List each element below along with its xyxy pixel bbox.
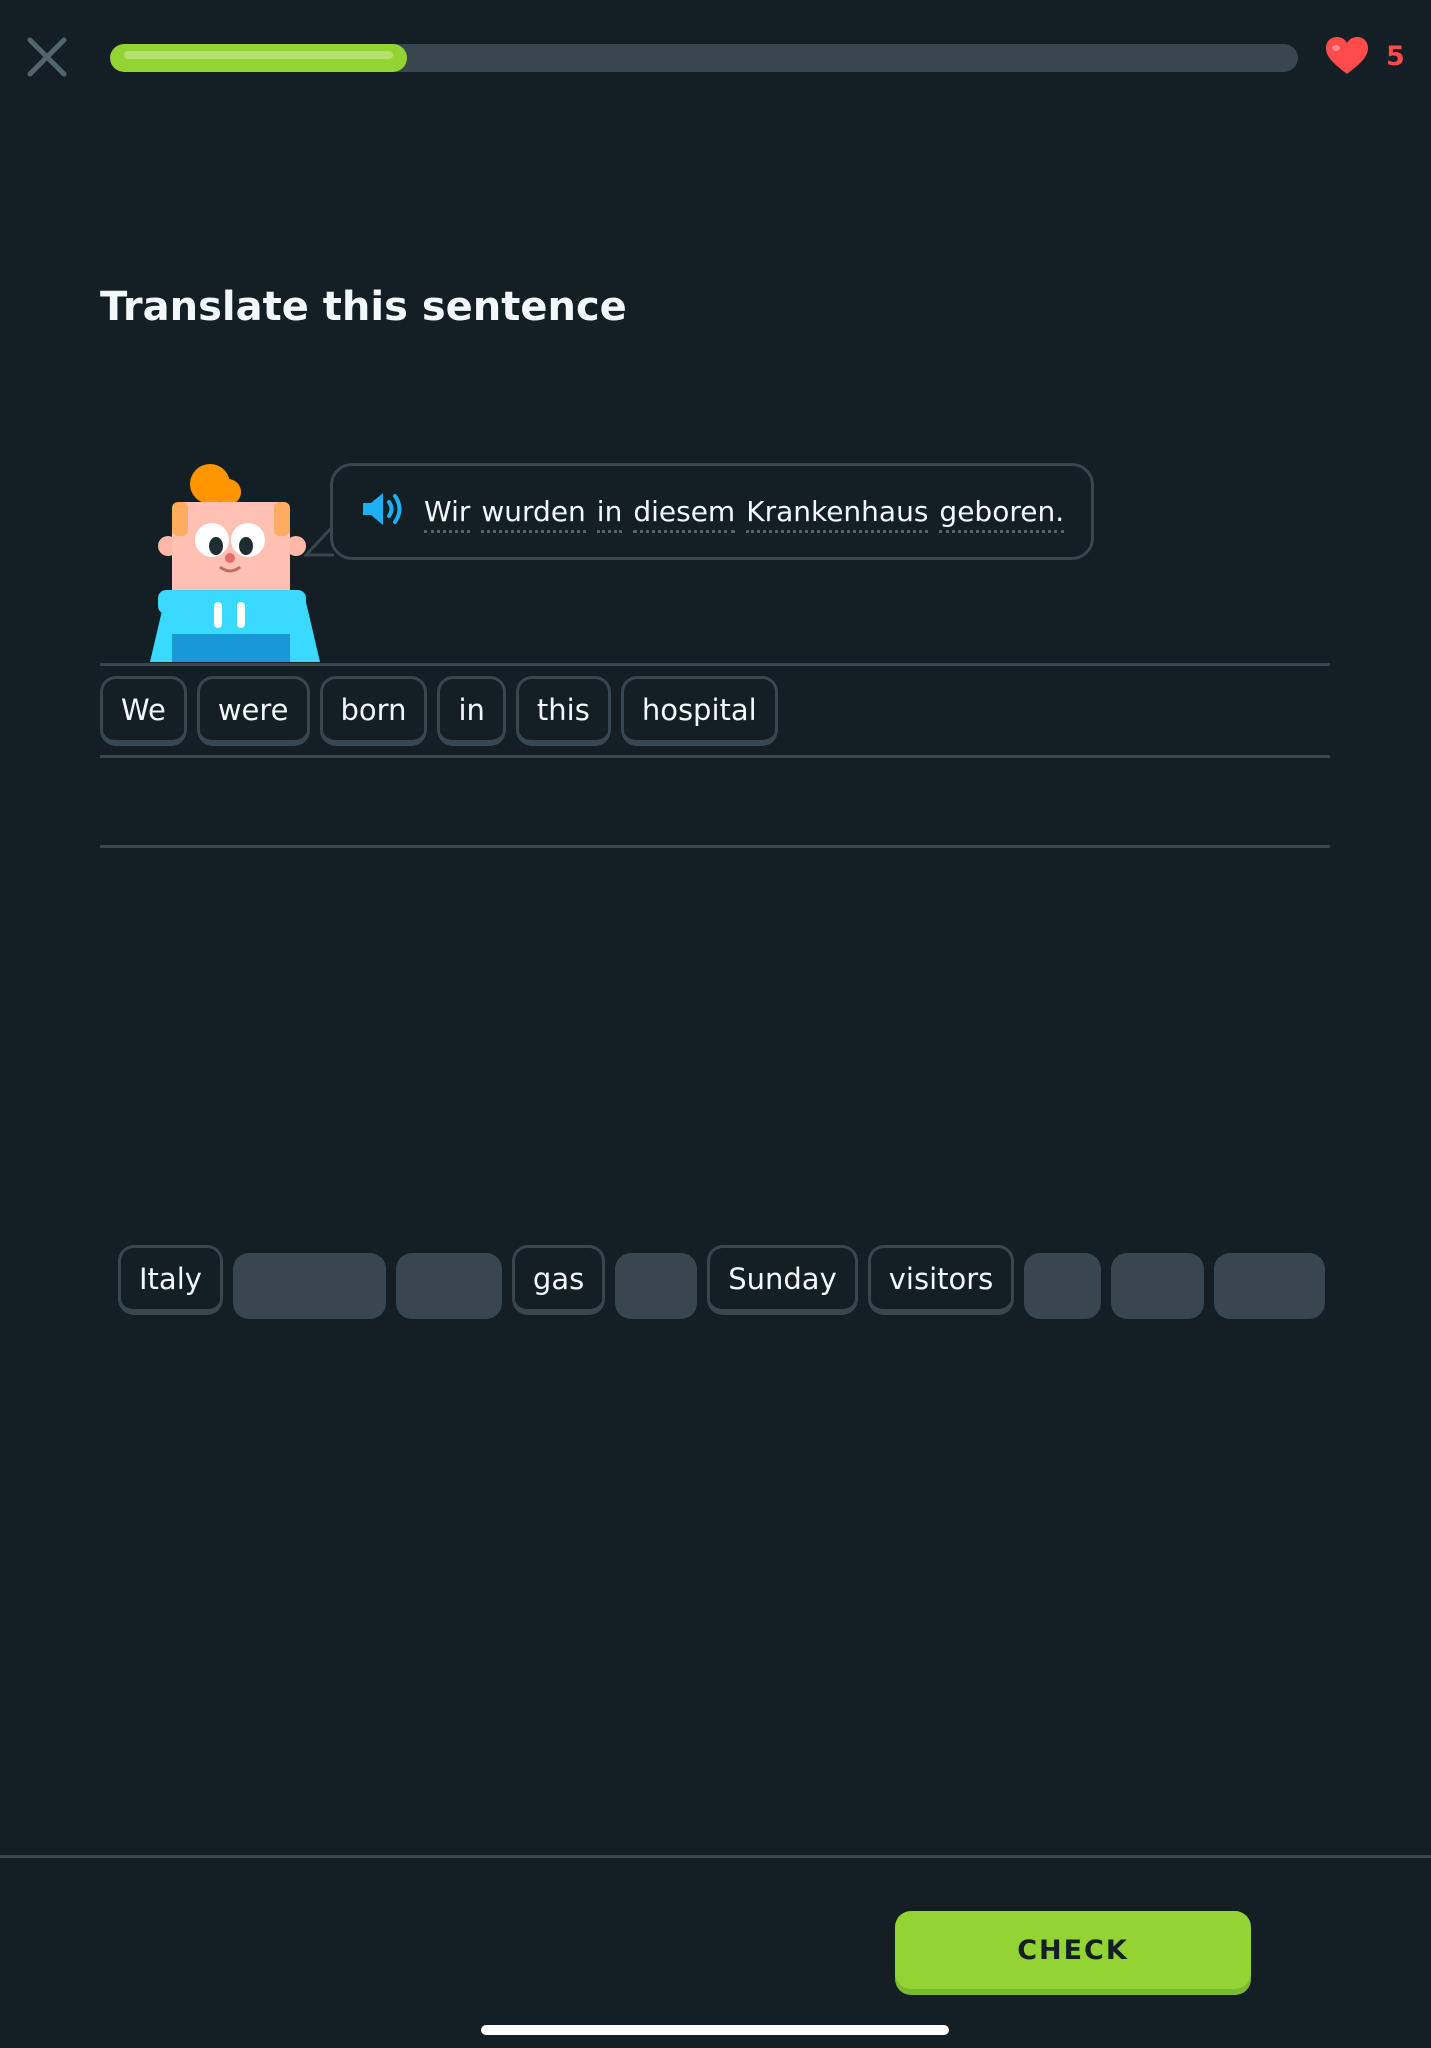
heart-icon — [1326, 37, 1368, 74]
speaker-icon — [363, 493, 402, 525]
speech-bubble: Wir wurden in diesem Krankenhaus geboren… — [330, 463, 1094, 560]
word-bank-chip[interactable]: visitors — [867, 1245, 1015, 1315]
prompt-word[interactable]: wurden — [481, 495, 586, 533]
prompt-word[interactable]: Wir — [424, 495, 471, 533]
progress-bar — [110, 44, 1298, 72]
word-bank-chip[interactable]: Sunday — [707, 1245, 858, 1315]
answer-word-chip[interactable]: born — [319, 676, 428, 746]
word-bank-chip[interactable]: Italy — [118, 1245, 223, 1315]
answer-word-chip[interactable]: were — [196, 676, 310, 746]
prompt-word[interactable]: geboren. — [939, 495, 1065, 533]
answer-line — [100, 663, 1330, 666]
close-icon — [27, 37, 67, 77]
prompt-word[interactable]: diesem — [633, 495, 736, 533]
page-title: Translate this sentence — [100, 284, 627, 330]
answer-line — [100, 845, 1330, 848]
progress-fill — [110, 44, 407, 72]
footer-divider — [0, 1855, 1431, 1858]
prompt-word[interactable]: Krankenhaus — [746, 495, 929, 533]
prompt-word[interactable]: in — [596, 495, 623, 533]
word-bank-used-slot — [615, 1253, 698, 1319]
close-button[interactable] — [22, 32, 72, 82]
answer-line — [100, 755, 1330, 758]
answer-word-chip[interactable]: We — [100, 676, 187, 746]
word-bank-used-slot — [1024, 1253, 1102, 1319]
character-illustration — [150, 464, 320, 662]
answer-area: We were born in this hospital — [100, 676, 778, 746]
word-bank-used-slot — [1214, 1253, 1326, 1319]
home-indicator[interactable] — [481, 2025, 949, 2035]
answer-word-chip[interactable]: this — [515, 676, 611, 746]
word-bank: Italy gas Sunday visitors — [118, 1245, 1326, 1319]
hearts-count: 5 — [1386, 40, 1405, 72]
word-bank-used-slot — [232, 1253, 386, 1319]
speaker-button[interactable] — [361, 490, 409, 532]
word-bank-used-slot — [395, 1253, 502, 1319]
word-bank-chip[interactable]: gas — [511, 1245, 606, 1315]
prompt-sentence: Wir wurden in diesem Krankenhaus geboren… — [424, 495, 1065, 533]
progress-shine — [124, 51, 393, 59]
answer-word-chip[interactable]: hospital — [620, 676, 778, 746]
hearts-indicator: 5 — [1324, 36, 1405, 76]
word-bank-used-slot — [1111, 1253, 1205, 1319]
check-button[interactable]: CHECK — [895, 1911, 1251, 1989]
answer-word-chip[interactable]: in — [437, 676, 506, 746]
